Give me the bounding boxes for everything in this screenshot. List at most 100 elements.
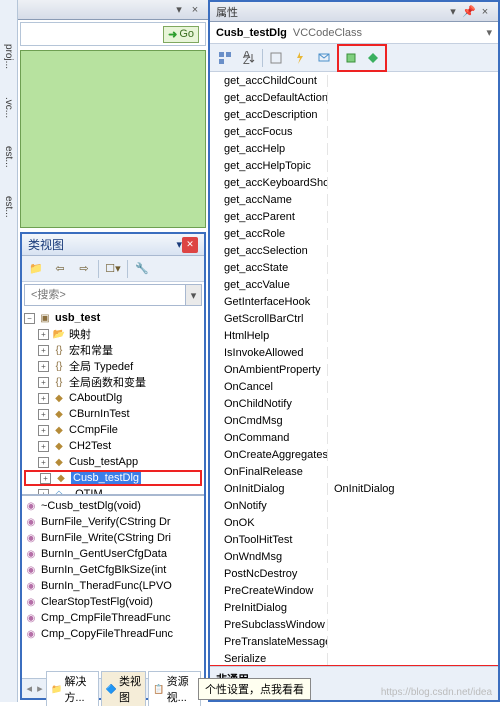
property-row[interactable]: get_accDefaultAction	[210, 89, 498, 106]
canvas-area[interactable]	[20, 50, 206, 228]
property-row[interactable]: Serialize	[210, 650, 498, 666]
property-row[interactable]: get_accHelp	[210, 140, 498, 157]
scroll-right-icon[interactable]: ▸	[35, 682, 46, 696]
property-row[interactable]: OnChildNotify	[210, 395, 498, 412]
tree-node[interactable]: +📂映射	[24, 326, 202, 342]
class-tree[interactable]: − ▣ usb_test +📂映射+{}宏和常量+{}全局 Typedef+{}…	[22, 308, 204, 496]
side-tab[interactable]: est...	[3, 142, 14, 172]
tree-node[interactable]: +◇_OTIM_	[24, 486, 202, 496]
property-row[interactable]: OnCreateAggregates	[210, 446, 498, 463]
property-row[interactable]: HtmlHelp	[210, 327, 498, 344]
property-row[interactable]: IsInvokeAllowed	[210, 344, 498, 361]
tree-node[interactable]: +◆CBurnInTest	[24, 406, 202, 422]
property-row[interactable]: PostNcDestroy	[210, 565, 498, 582]
member-item[interactable]: ◉BurnIn_TheradFunc(LPVO	[24, 578, 202, 594]
expander-icon[interactable]: +	[38, 345, 49, 356]
property-row[interactable]: get_accSelection	[210, 242, 498, 259]
expander-icon[interactable]: +	[38, 329, 49, 340]
member-item[interactable]: ◉ClearStopTestFlg(void)	[24, 594, 202, 610]
view-icon[interactable]: ☐▾	[103, 259, 123, 279]
tree-node[interactable]: +◆Cusb_testApp	[24, 454, 202, 470]
member-item[interactable]: ◉BurnFile_Write(CString Dri	[24, 530, 202, 546]
search-input[interactable]	[24, 284, 186, 306]
scroll-left-icon[interactable]: ◂	[24, 682, 35, 696]
property-row[interactable]: get_accHelpTopic	[210, 157, 498, 174]
dropdown-icon[interactable]: ▾	[446, 5, 460, 19]
member-item[interactable]: ◉BurnFile_Verify(CString Dr	[24, 514, 202, 530]
member-item[interactable]: ◉~Cusb_testDlg(void)	[24, 498, 202, 514]
back-icon[interactable]: ⇦	[50, 259, 70, 279]
side-tab[interactable]: .vc...	[3, 93, 14, 122]
chevron-down-icon[interactable]: ▾	[486, 26, 492, 39]
property-row[interactable]: OnCmdMsg	[210, 412, 498, 429]
alphabetical-icon[interactable]: AZ	[238, 47, 260, 69]
side-tab[interactable]: proj...	[3, 40, 14, 73]
expander-icon[interactable]: +	[38, 393, 49, 404]
forward-icon[interactable]: ⇨	[74, 259, 94, 279]
go-button[interactable]: ➜ Go	[163, 26, 199, 43]
tab-solution[interactable]: 📁解决方...	[46, 671, 99, 706]
overrides-icon[interactable]	[340, 47, 362, 69]
expander-icon[interactable]: +	[38, 361, 49, 372]
events-icon[interactable]	[289, 47, 311, 69]
member-item[interactable]: ◉BurnIn_GentUserCfgData	[24, 546, 202, 562]
expander-icon[interactable]: −	[24, 313, 35, 324]
property-row[interactable]: PreCreateWindow	[210, 582, 498, 599]
member-item[interactable]: ◉Cmp_CmpFileThreadFunc	[24, 610, 202, 626]
project-node[interactable]: usb_test	[55, 312, 100, 324]
categorized-icon[interactable]	[214, 47, 236, 69]
property-row[interactable]: get_accValue	[210, 276, 498, 293]
property-row[interactable]: OnNotify	[210, 497, 498, 514]
property-row[interactable]: get_accDescription	[210, 106, 498, 123]
expander-icon[interactable]: +	[38, 425, 49, 436]
property-row[interactable]: get_accFocus	[210, 123, 498, 140]
class-selector[interactable]: Cusb_testDlg VCCodeClass ▾	[210, 22, 498, 44]
tree-node[interactable]: +{}宏和常量	[24, 342, 202, 358]
property-row[interactable]: OnAmbientProperty	[210, 361, 498, 378]
property-row[interactable]: get_accRole	[210, 225, 498, 242]
property-row[interactable]: OnCommand	[210, 429, 498, 446]
property-row[interactable]: OnFinalRelease	[210, 463, 498, 480]
tree-node[interactable]: +{}全局函数和变量	[24, 374, 202, 390]
class-view-title-bar[interactable]: 类视图 ▾ ✕	[22, 234, 204, 256]
property-row[interactable]: get_accState	[210, 259, 498, 276]
tab-resource[interactable]: 📋资源视...	[148, 671, 201, 706]
expander-icon[interactable]: +	[38, 457, 49, 468]
property-row[interactable]: GetScrollBarCtrl	[210, 310, 498, 327]
expander-icon[interactable]: +	[38, 409, 49, 420]
expander-icon[interactable]: +	[38, 489, 49, 497]
member-item[interactable]: ◉Cmp_CopyFileThreadFunc	[24, 626, 202, 642]
member-item[interactable]: ◉BurnIn_GetCfgBlkSize(int	[24, 562, 202, 578]
overrides-diamond-icon[interactable]	[362, 47, 384, 69]
expander-icon[interactable]: +	[40, 473, 51, 484]
property-value[interactable]: OnInitDialog	[328, 483, 498, 495]
member-list[interactable]: ◉~Cusb_testDlg(void)◉BurnFile_Verify(CSt…	[22, 496, 204, 678]
property-row[interactable]: OnCancel	[210, 378, 498, 395]
expander-icon[interactable]: +	[38, 377, 49, 388]
property-row[interactable]: get_accChildCount	[210, 72, 498, 89]
property-row[interactable]: get_accParent	[210, 208, 498, 225]
close-icon[interactable]: ×	[188, 3, 202, 17]
tree-node[interactable]: +{}全局 Typedef	[24, 358, 202, 374]
property-row[interactable]: PreSubclassWindow	[210, 616, 498, 633]
property-row[interactable]: get_accKeyboardShortcut	[210, 174, 498, 191]
property-row[interactable]: PreInitDialog	[210, 599, 498, 616]
tree-node[interactable]: +◆Cusb_testDlg	[24, 470, 202, 486]
property-row[interactable]: GetInterfaceHook	[210, 293, 498, 310]
messages-icon[interactable]	[313, 47, 335, 69]
dropdown-icon[interactable]: ▾	[172, 3, 186, 17]
search-dropdown-icon[interactable]: ▾	[186, 284, 202, 306]
settings-icon[interactable]: 🔧	[132, 259, 152, 279]
tree-node[interactable]: +◆CH2Test	[24, 438, 202, 454]
new-folder-icon[interactable]: 📁	[26, 259, 46, 279]
tree-node[interactable]: +◆CCmpFile	[24, 422, 202, 438]
property-grid[interactable]: get_accChildCountget_accDefaultActionget…	[210, 72, 498, 666]
close-icon[interactable]: ×	[478, 5, 492, 19]
property-row[interactable]: OnToolHitTest	[210, 531, 498, 548]
property-row[interactable]: OnWndMsg	[210, 548, 498, 565]
property-row[interactable]: OnOK	[210, 514, 498, 531]
tab-class-view[interactable]: 🔷类视图	[101, 671, 147, 706]
pin-icon[interactable]: 📌	[462, 5, 476, 19]
side-tab[interactable]: est...	[3, 192, 14, 222]
close-icon[interactable]: ✕	[182, 237, 198, 253]
